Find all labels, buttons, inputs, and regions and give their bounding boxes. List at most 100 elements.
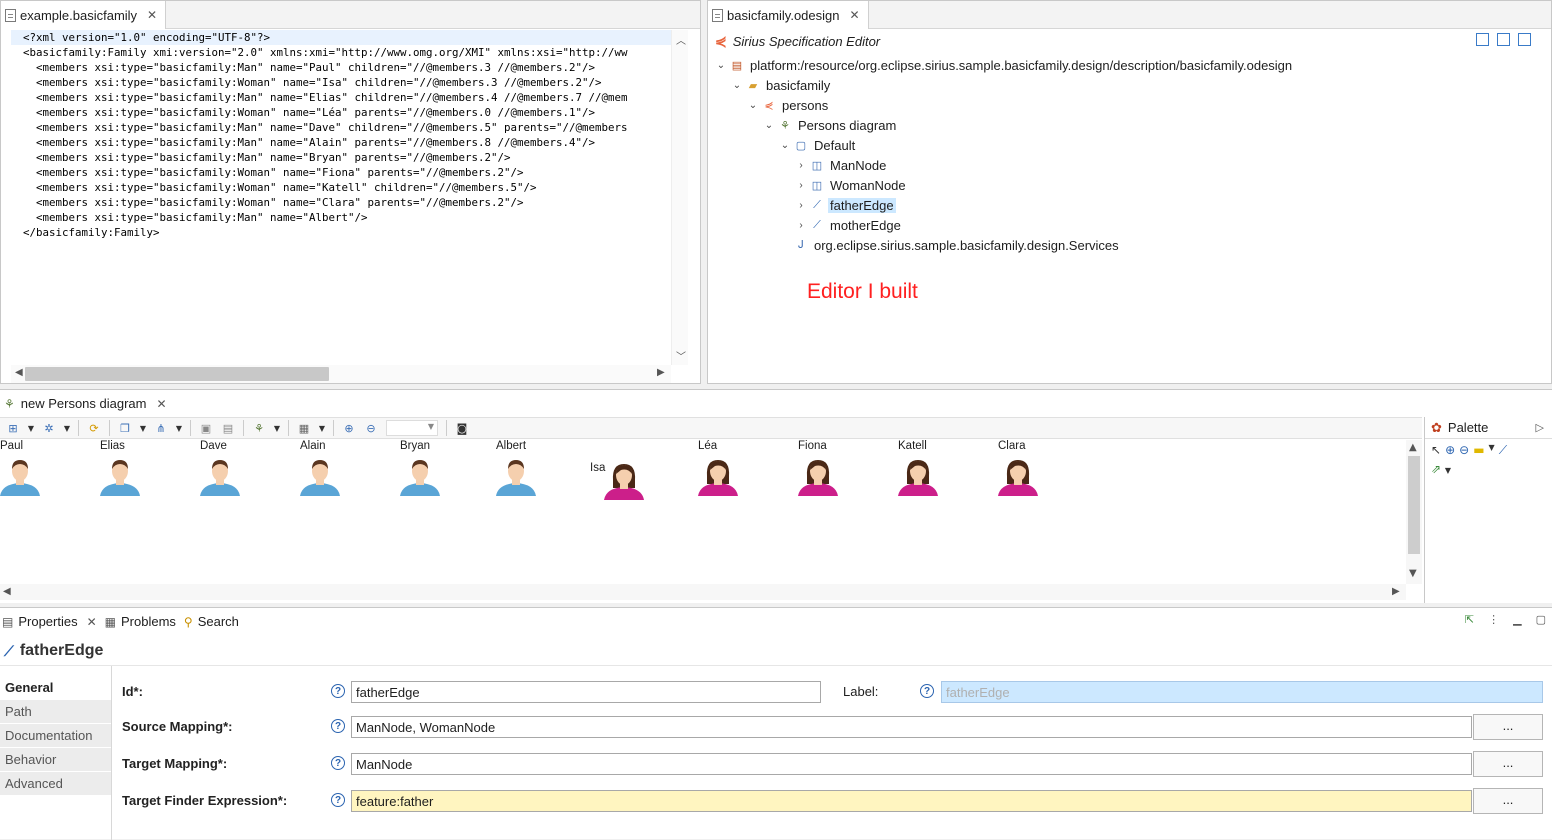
zoom-combo[interactable]: ▼ <box>386 420 438 436</box>
tab-new-persons-diagram[interactable]: ⚘ new Persons diagram ✕ <box>0 390 175 417</box>
close-icon[interactable]: ✕ <box>849 8 859 22</box>
layout-icon[interactable]: ⚘ <box>248 419 270 437</box>
tree-item[interactable]: › ◫ WomanNode <box>708 175 1548 195</box>
vertical-scroll-thumb[interactable] <box>1408 456 1420 554</box>
side-tab-path[interactable]: Path <box>0 700 112 724</box>
tree-item[interactable]: ⌄ ⚘ Persons diagram <box>708 115 1548 135</box>
chevron-right-icon[interactable]: › <box>796 220 806 231</box>
help-icon[interactable]: ? <box>331 684 345 698</box>
zoom-out-icon[interactable]: ⊖ <box>360 419 382 437</box>
help-icon[interactable]: ? <box>331 793 345 807</box>
chevron-right-icon[interactable]: › <box>796 200 806 211</box>
tab-search[interactable]: ⚲ Search <box>182 608 245 635</box>
diagram-canvas[interactable]: Paul Elias Dave Alain Bryan Albert Isa Léa Fiona… <box>0 440 1406 584</box>
tab-basicfamily-odesign[interactable]: basicfamily.odesign ✕ <box>708 1 869 29</box>
tree-item-label: Default <box>814 137 856 153</box>
side-tab-advanced[interactable]: Advanced <box>0 772 112 796</box>
target-mapping-browse-button[interactable]: ... <box>1473 751 1543 777</box>
layers-icon[interactable]: ✲ <box>38 419 60 437</box>
scroll-left-icon[interactable]: ◀ <box>3 586 11 597</box>
side-tab-behavior[interactable]: Behavior <box>0 748 112 772</box>
id-field[interactable] <box>351 681 821 703</box>
collapse-all-icon[interactable] <box>1497 33 1510 46</box>
scroll-down-icon[interactable]: ▼ <box>1409 568 1417 579</box>
chevron-right-icon[interactable]: ▷ <box>1536 421 1544 434</box>
horizontal-scrollbar[interactable]: ◀ ▶ <box>0 584 1406 600</box>
zoom-out-tool-icon[interactable]: ⊖ <box>1459 443 1469 458</box>
chevron-right-icon[interactable]: › <box>796 160 806 171</box>
tree-item[interactable]: ⌄ ▤ platform:/resource/org.eclipse.sirius.… <box>708 55 1548 75</box>
close-icon[interactable]: ✕ <box>87 615 97 629</box>
close-icon[interactable]: ✕ <box>157 397 167 411</box>
pointer-tool-icon[interactable]: ↖ <box>1431 443 1441 458</box>
scroll-up-icon[interactable]: ▲ <box>1409 442 1417 453</box>
pin-tool-icon[interactable]: ⇗ <box>1431 462 1441 476</box>
connection-tool-icon[interactable]: ⟋ <box>1499 443 1507 458</box>
label-field[interactable] <box>941 681 1543 703</box>
chevron-down-icon[interactable]: ▼ <box>1445 466 1451 475</box>
tab-problems[interactable]: ▦ Problems <box>103 608 182 635</box>
side-tab-documentation[interactable]: Documentation <box>0 724 112 748</box>
camera-icon[interactable]: ◙ <box>451 419 473 437</box>
horizontal-scroll-thumb[interactable] <box>25 367 329 381</box>
help-icon[interactable]: ? <box>920 684 934 698</box>
xml-line: <members xsi:type="basicfamily:Man" name… <box>23 61 596 74</box>
tree-item[interactable]: Ꭻorg.eclipse.sirius.sample.basicfamily.d… <box>708 235 1548 255</box>
chevron-down-icon[interactable]: ▼ <box>315 419 329 437</box>
tab-example-basicfamily[interactable]: example.basicfamily ✕ <box>1 1 167 29</box>
chevron-down-icon[interactable]: ⌄ <box>716 60 726 71</box>
zoom-in-icon[interactable]: ⊕ <box>338 419 360 437</box>
arrange-icon[interactable]: ❐ <box>114 419 136 437</box>
target-finder-browse-button[interactable]: ... <box>1473 788 1543 814</box>
xml-code-area[interactable]: <?xml version="1.0" encoding="UTF-8"?> <b… <box>11 30 671 365</box>
zoom-in-tool-icon[interactable]: ⊕ <box>1445 443 1455 458</box>
view-menu-icon[interactable]: ⋮ <box>1488 613 1499 626</box>
vertical-scrollbar[interactable]: ︿ ﹀ <box>671 30 688 365</box>
scroll-right-icon[interactable]: ▶ <box>1392 586 1400 597</box>
chevron-down-icon[interactable]: ⌄ <box>780 140 790 151</box>
help-icon[interactable]: ? <box>331 756 345 770</box>
chevron-down-icon[interactable]: ▼ <box>270 419 284 437</box>
help-icon[interactable]: ? <box>331 719 345 733</box>
paste-format-icon[interactable]: ▦ <box>293 419 315 437</box>
tree-item[interactable]: ⌄ ⋞ persons <box>708 95 1548 115</box>
side-tab-general[interactable]: General <box>0 676 112 700</box>
scroll-left-icon[interactable]: ◀ <box>15 367 23 378</box>
tree-item[interactable]: › ◫ ManNode <box>708 155 1548 175</box>
palette-header[interactable]: ✿ Palette ▷ <box>1425 417 1552 439</box>
tree-item[interactable]: ⌄ ▢ Default <box>708 135 1548 155</box>
minimize-icon[interactable]: ▁ <box>1513 613 1521 626</box>
unpin-icon[interactable]: ▤ <box>217 419 239 437</box>
chevron-down-icon[interactable]: ▼ <box>1489 443 1495 458</box>
target-finder-expression-field[interactable] <box>351 790 1472 812</box>
chevron-down-icon[interactable]: ▼ <box>136 419 150 437</box>
tree-item[interactable]: ⌄ ▰ basicfamily <box>708 75 1548 95</box>
chevron-down-icon[interactable]: ⌄ <box>764 120 774 131</box>
tree-item[interactable]: › ⟋ fatherEdge <box>708 195 1548 215</box>
chevron-down-icon[interactable]: ⌄ <box>748 100 758 111</box>
xml-line: <members xsi:type="basicfamily:Man" name… <box>23 121 628 134</box>
pin-view-icon[interactable]: ⇱ <box>1465 613 1474 626</box>
scroll-up-icon[interactable]: ︿ <box>676 32 686 47</box>
select-icon[interactable]: ⊞ <box>2 419 24 437</box>
source-mapping-browse-button[interactable]: ... <box>1473 714 1543 740</box>
filter-icon[interactable]: ⋔ <box>150 419 172 437</box>
validate-icon[interactable] <box>1518 33 1531 46</box>
chevron-down-icon[interactable]: ▼ <box>60 419 74 437</box>
source-mapping-field[interactable] <box>351 716 1472 738</box>
target-mapping-field[interactable] <box>351 753 1472 775</box>
scroll-right-icon[interactable]: ▶ <box>657 367 665 378</box>
tree-item[interactable]: › ⟋ motherEdge <box>708 215 1548 235</box>
maximize-icon[interactable]: ▢ <box>1536 613 1546 626</box>
chevron-down-icon[interactable]: ▼ <box>24 419 38 437</box>
chevron-right-icon[interactable]: › <box>796 180 806 191</box>
tab-properties[interactable]: ▤ Properties ✕ <box>0 608 103 635</box>
pin-icon[interactable]: ▣ <box>195 419 217 437</box>
refresh-icon[interactable]: ⟳ <box>83 419 105 437</box>
scroll-down-icon[interactable]: ﹀ <box>676 348 686 363</box>
chevron-down-icon[interactable]: ▼ <box>172 419 186 437</box>
note-tool-icon[interactable]: ▬ <box>1473 443 1484 458</box>
chevron-down-icon[interactable]: ⌄ <box>732 80 742 91</box>
expand-all-icon[interactable] <box>1476 33 1489 46</box>
close-icon[interactable]: ✕ <box>147 8 157 22</box>
